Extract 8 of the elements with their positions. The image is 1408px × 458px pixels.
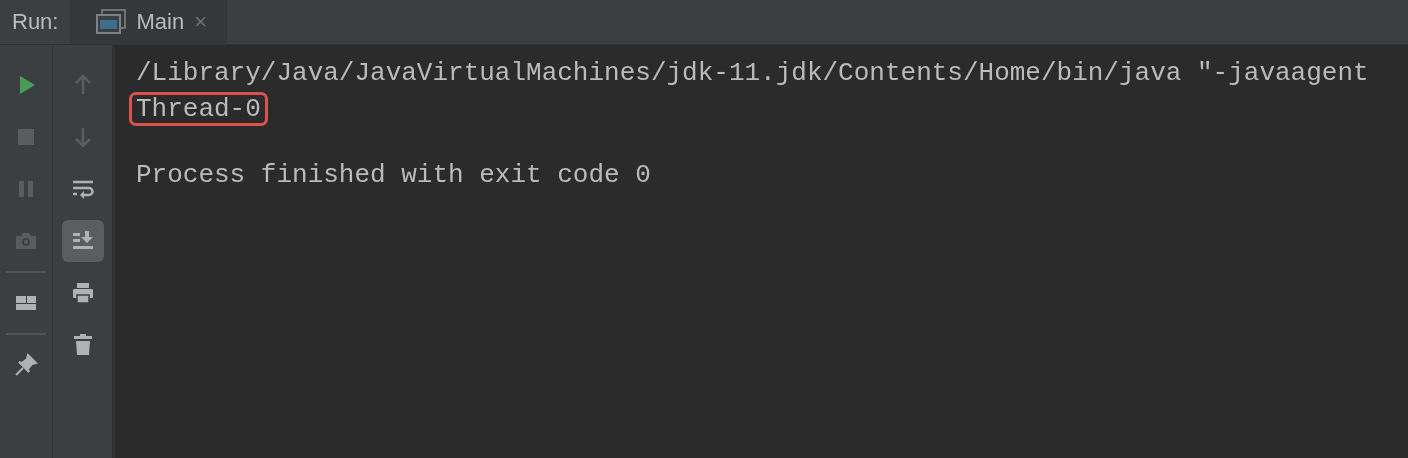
- output-line: /Library/Java/JavaVirtualMachines/jdk-11.jdk/Contents/Home/bin/java "-javaagent: [135, 57, 1370, 90]
- run-tab[interactable]: Main ×: [70, 0, 228, 44]
- window-icon: [96, 9, 127, 35]
- scroll-to-end-button[interactable]: [61, 220, 104, 262]
- print-icon: [70, 281, 95, 305]
- pin-icon: [14, 353, 38, 377]
- panel-title: Run:: [11, 9, 60, 35]
- output-line: Process finished with exit code 0: [135, 159, 652, 192]
